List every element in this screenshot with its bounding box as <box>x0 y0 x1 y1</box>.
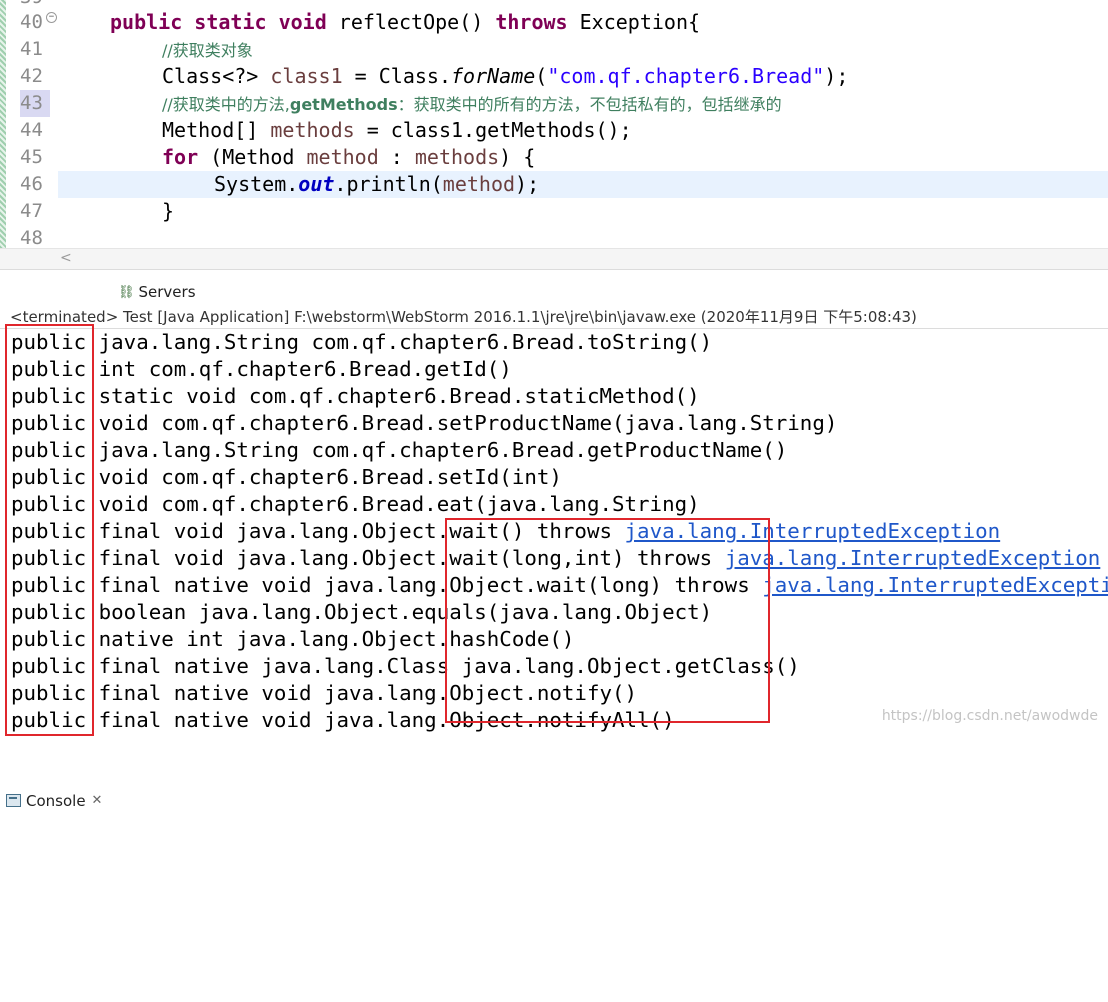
code-editor[interactable]: 39 40 − 41 42 43 44 45 46 47 48 public s… <box>0 0 1108 248</box>
line-number: 41 <box>20 38 43 60</box>
code-line[interactable]: public static void reflectOpe() throws E… <box>58 9 1108 36</box>
console-line-text: public void com.qf.chapter6.Bread.setPro… <box>11 411 838 435</box>
code-line[interactable]: //获取类对象 <box>58 36 1108 63</box>
console-status: <terminated> Test [Java Application] F:\… <box>0 305 1108 329</box>
console-icon <box>6 794 21 807</box>
code-line[interactable]: Method[] methods = class1.getMethods(); <box>58 117 1108 144</box>
current-code-line[interactable]: System.out.println(method); <box>58 171 1108 198</box>
code-line[interactable]: for (Method method : methods) { <box>58 144 1108 171</box>
line-number: 44 <box>20 119 43 141</box>
fold-icon[interactable]: − <box>46 12 57 23</box>
console-line-text: public void com.qf.chapter6.Bread.eat(ja… <box>11 492 700 516</box>
line-number: 46 <box>20 173 43 195</box>
servers-icon: ⛓ <box>118 284 135 300</box>
highlight-box-object-methods <box>445 518 770 723</box>
console-line: public void com.qf.chapter6.Bread.eat(ja… <box>11 491 700 518</box>
code-line[interactable]: Class<?> class1 = Class.forName("com.qf.… <box>58 63 1108 90</box>
horizontal-scrollbar[interactable]: < <box>0 248 1108 270</box>
console-line: public void com.qf.chapter6.Bread.setPro… <box>11 410 837 437</box>
console-line-text: public java.lang.String com.qf.chapter6.… <box>11 330 713 354</box>
close-icon[interactable]: ✕ <box>92 793 103 808</box>
tab-servers[interactable]: ⛓ Servers <box>118 280 196 304</box>
watermark: https://blog.csdn.net/awodwde <box>881 708 1098 724</box>
code-line[interactable]: //获取类中的方法,getMethods：获取类中的所有的方法，不包括私有的，包… <box>58 90 1108 117</box>
console-line-text: public static void com.qf.chapter6.Bread… <box>11 384 700 408</box>
line-number: 43 <box>20 90 50 117</box>
line-number: 40 <box>20 11 43 33</box>
console-line-text: public java.lang.String com.qf.chapter6.… <box>11 438 788 462</box>
code-line[interactable]: } <box>58 198 1108 225</box>
line-number: 47 <box>20 200 43 222</box>
exception-link[interactable]: java.lang.InterruptedException <box>762 573 1108 597</box>
line-number: 48 <box>20 227 43 248</box>
console-line: public java.lang.String com.qf.chapter6.… <box>11 437 787 464</box>
console-line: public java.lang.String com.qf.chapter6.… <box>11 329 712 356</box>
view-tabs: Console ✕ ⛓ Servers <box>0 269 1108 1002</box>
console-line: public static void com.qf.chapter6.Bread… <box>11 383 700 410</box>
scroll-left-icon[interactable]: < <box>60 250 72 266</box>
line-number: 42 <box>20 65 43 87</box>
exception-link[interactable]: java.lang.InterruptedException <box>725 546 1101 570</box>
highlight-box-modifiers <box>5 324 94 736</box>
line-number: 45 <box>20 146 43 168</box>
